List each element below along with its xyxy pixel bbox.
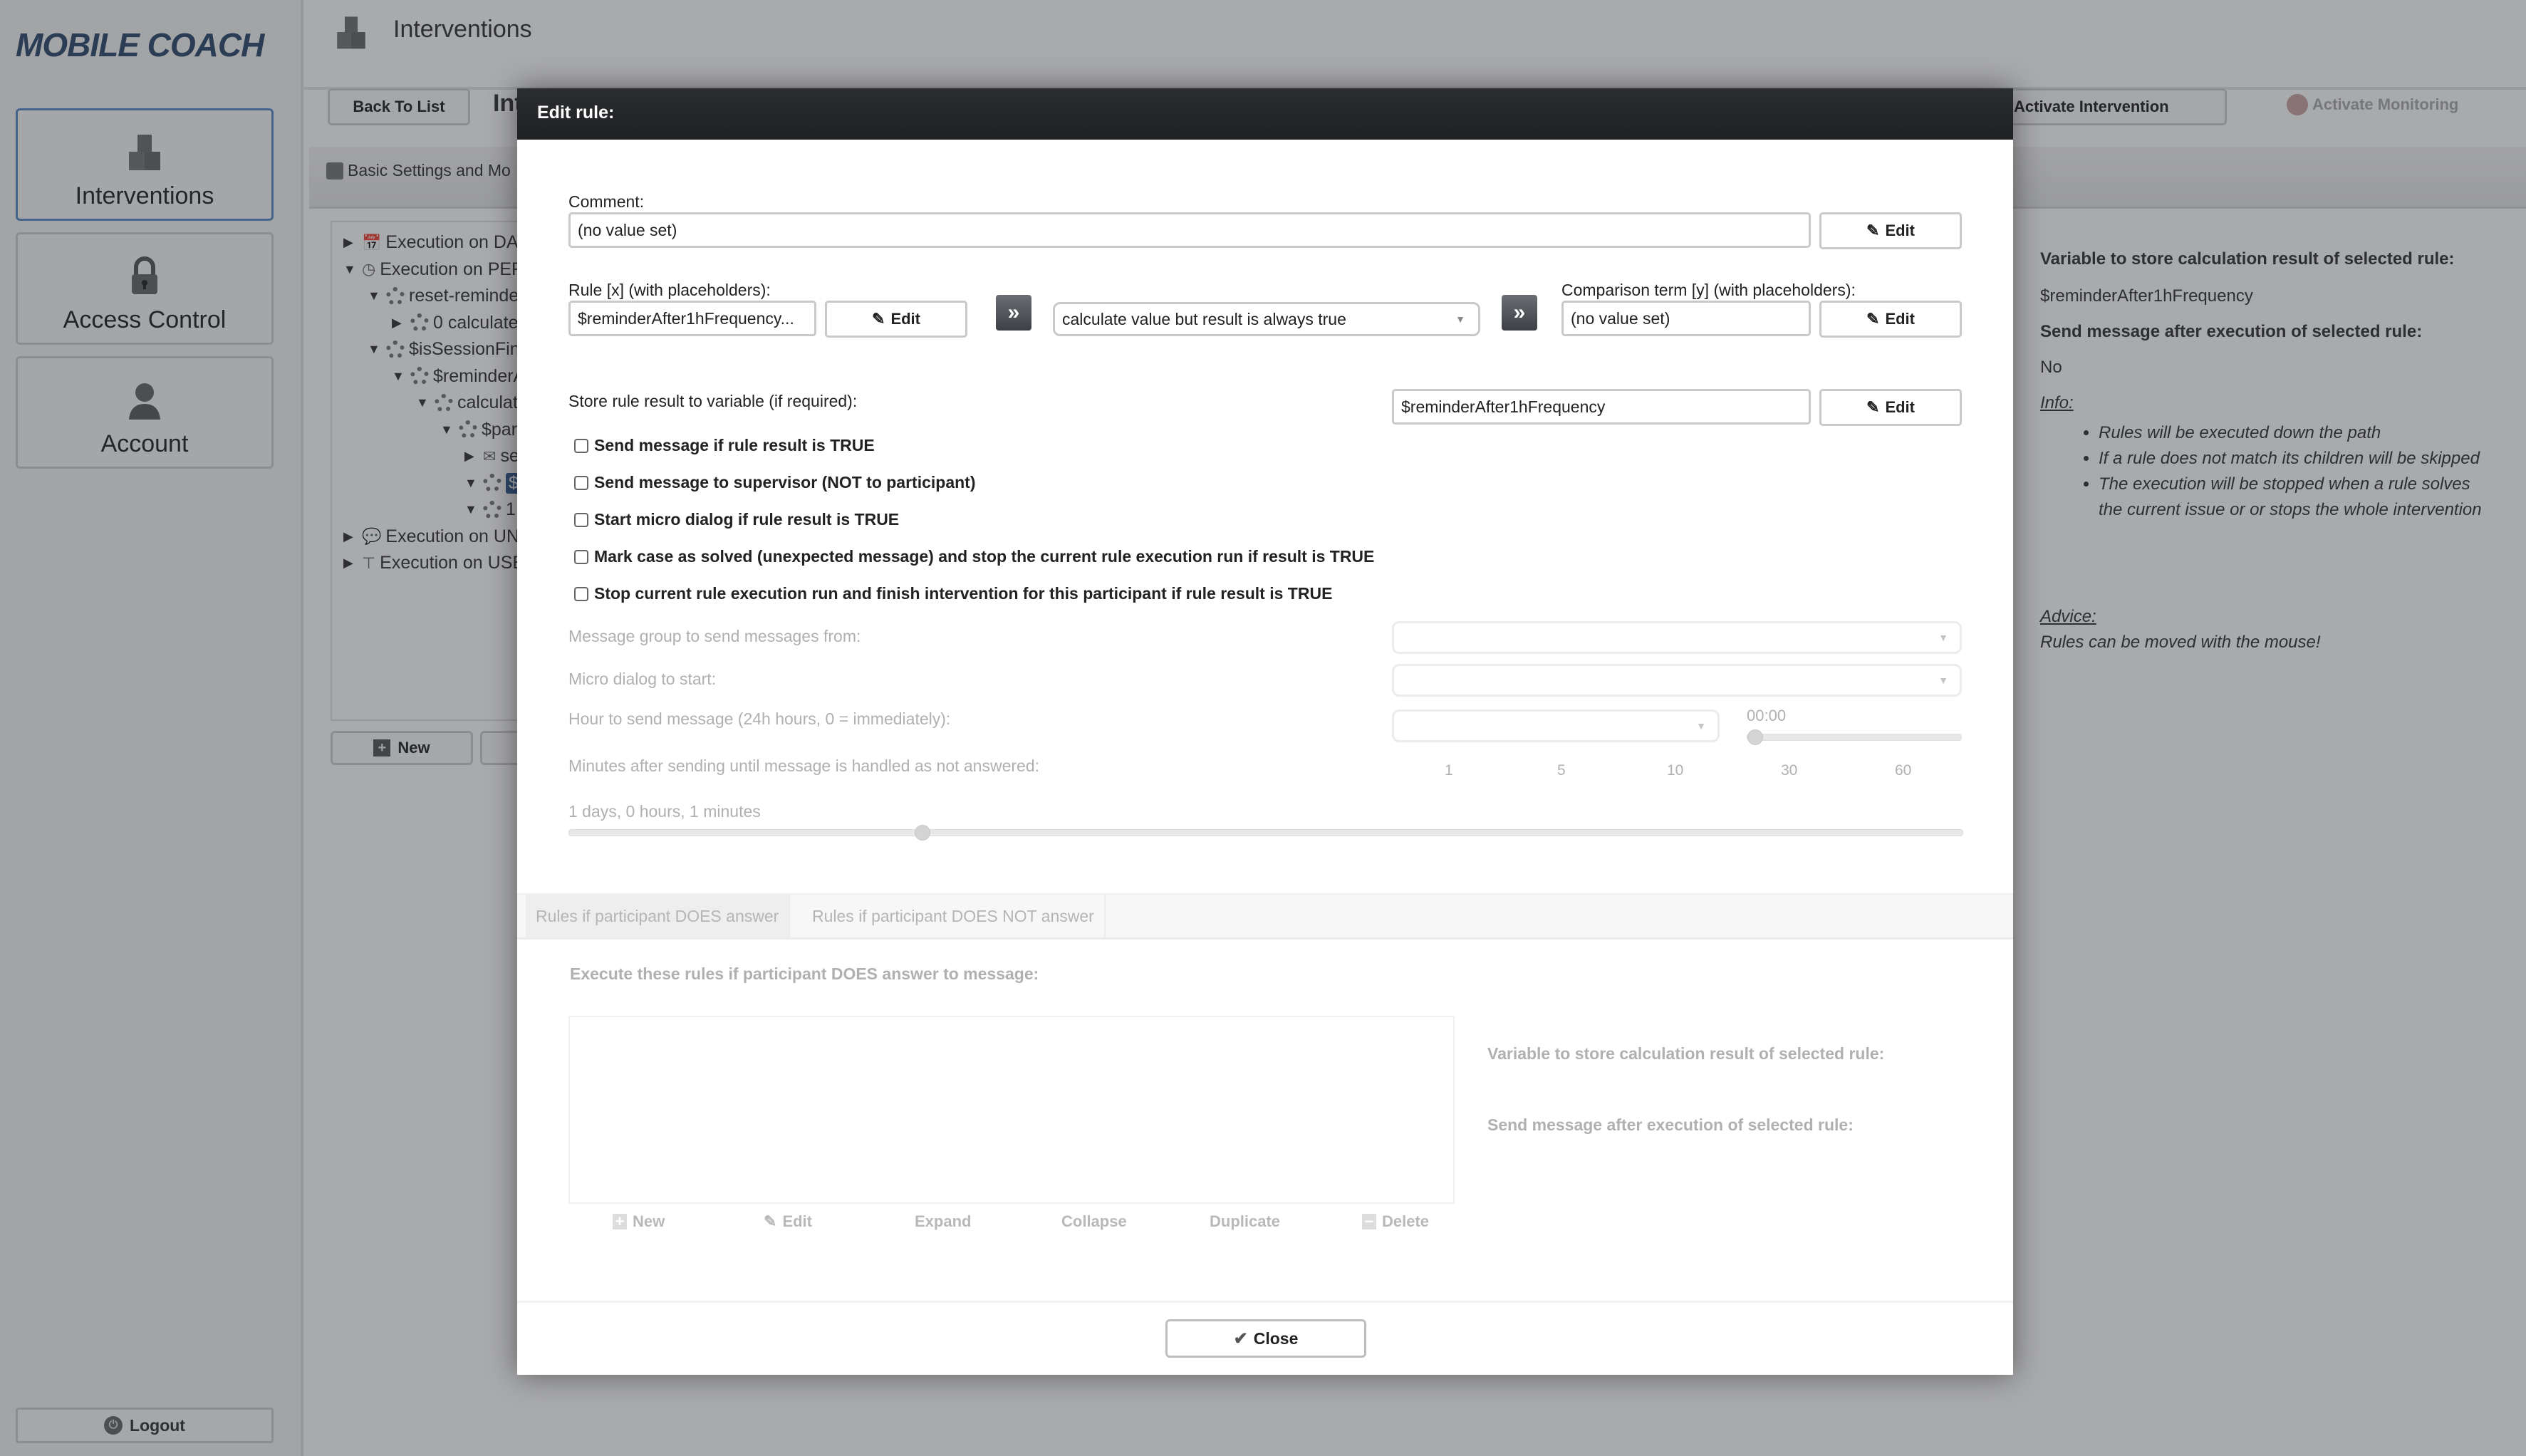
comparison-field[interactable]: (no value set) [1561, 301, 1811, 336]
comparison-edit-button[interactable]: ✎ Edit [1819, 301, 1962, 338]
duration-text: 1 days, 0 hours, 1 minutes [568, 802, 761, 821]
tab-does-not-answer[interactable]: Rules if participant DOES NOT answer [802, 895, 1106, 937]
checkbox-send-supervisor[interactable]: Send message to supervisor (NOT to parti… [574, 473, 976, 492]
dialog-title: Edit rule: [537, 103, 615, 123]
edit-label: Edit [1885, 398, 1915, 416]
chevron-down-icon: ▼ [1696, 720, 1706, 732]
hour-select[interactable]: ▼ [1392, 709, 1720, 742]
hour-slider-thumb[interactable] [1747, 729, 1763, 745]
sub-edit-button[interactable]: ✎ Edit [764, 1212, 812, 1231]
checkbox-start-micro-dialog[interactable]: Start micro dialog if rule result is TRU… [574, 510, 899, 529]
checkbox-label: Mark case as solved (unexpected message)… [594, 547, 1375, 566]
sub-delete-button[interactable]: − Delete [1362, 1212, 1429, 1231]
pencil-icon: ✎ [872, 310, 885, 328]
operator-select[interactable]: calculate value but result is always tru… [1053, 302, 1480, 336]
plus-icon: + [613, 1212, 627, 1230]
checkbox-label: Start micro dialog if rule result is TRU… [594, 510, 900, 529]
checkbox[interactable] [574, 512, 588, 527]
chevron-down-icon: ▼ [1938, 632, 1948, 643]
minutes-preset-1[interactable]: 1 [1445, 762, 1453, 779]
sub-new-button[interactable]: + New [613, 1212, 665, 1231]
checkbox[interactable] [574, 586, 588, 601]
chevron-down-icon: ▼ [1455, 313, 1465, 325]
tab-does-answer[interactable]: Rules if participant DOES answer [526, 895, 791, 937]
sub-send-label: Send message after execution of selected… [1487, 1116, 1854, 1134]
sub-rules-tree[interactable] [568, 1016, 1455, 1204]
store-variable-field[interactable]: $reminderAfter1hFrequency [1392, 389, 1811, 425]
dialog-header: Edit rule: [517, 88, 2013, 140]
comment-label: Comment: [568, 192, 645, 211]
edit-rule-dialog: Edit rule: Comment: (no value set) ✎ Edit… [517, 88, 2013, 1375]
minutes-preset-10[interactable]: 10 [1667, 762, 1683, 779]
minutes-preset-60[interactable]: 60 [1895, 762, 1911, 779]
double-chevron-right-icon: » [996, 295, 1031, 331]
checkbox[interactable] [574, 549, 588, 564]
store-edit-button[interactable]: ✎ Edit [1819, 389, 1962, 426]
rule-label: Rule [x] (with placeholders): [568, 281, 771, 299]
checkmark-icon: ✔ [1233, 1328, 1248, 1348]
dialog-footer-divider [517, 1301, 2013, 1303]
pencil-icon: ✎ [1866, 222, 1880, 239]
answer-tabs: Rules if participant DOES answer Rules i… [517, 893, 2013, 940]
edit-label: Edit [890, 310, 920, 328]
checkbox-stop-intervention[interactable]: Stop current rule execution run and fini… [574, 584, 1332, 603]
new-label: New [633, 1212, 665, 1230]
sub-collapse-button[interactable]: Collapse [1061, 1212, 1127, 1231]
checkbox-label: Stop current rule execution run and fini… [594, 584, 1333, 603]
rule-field[interactable]: $reminderAfter1hFrequency... [568, 301, 816, 336]
chevron-down-icon: ▼ [1938, 675, 1948, 686]
checkbox[interactable] [574, 438, 588, 453]
close-button[interactable]: ✔ Close [1165, 1319, 1366, 1358]
store-label: Store rule result to variable (if requir… [568, 392, 858, 410]
pencil-icon: ✎ [1866, 398, 1880, 416]
hour-slider[interactable] [1747, 729, 1962, 745]
comparison-label: Comparison term [y] (with placeholders): [1561, 281, 1856, 299]
operator-value: calculate value but result is always tru… [1062, 309, 1346, 328]
double-chevron-right-icon: » [1502, 295, 1537, 331]
comment-field[interactable]: (no value set) [568, 212, 1811, 248]
rule-edit-button[interactable]: ✎ Edit [825, 301, 967, 338]
sub-expand-button[interactable]: Expand [915, 1212, 971, 1231]
message-group-label: Message group to send messages from: [568, 627, 861, 645]
checkbox-mark-solved[interactable]: Mark case as solved (unexpected message)… [574, 547, 1374, 566]
edit-label: Edit [782, 1212, 812, 1230]
hour-slider-value: 00:00 [1747, 707, 1787, 724]
duration-slider[interactable] [568, 825, 1963, 841]
minutes-preset-5[interactable]: 5 [1557, 762, 1566, 779]
duration-slider-thumb[interactable] [914, 825, 930, 841]
message-group-select[interactable]: ▼ [1392, 621, 1962, 654]
sub-duplicate-button[interactable]: Duplicate [1210, 1212, 1280, 1231]
edit-label: Edit [1885, 222, 1915, 239]
micro-dialog-select[interactable]: ▼ [1392, 664, 1962, 697]
pencil-icon: ✎ [764, 1212, 777, 1230]
sub-var-label: Variable to store calculation result of … [1487, 1044, 1885, 1063]
checkbox-label: Send message to supervisor (NOT to parti… [594, 473, 976, 492]
minutes-preset-30[interactable]: 30 [1781, 762, 1797, 779]
checkbox[interactable] [574, 475, 588, 490]
close-label: Close [1253, 1328, 1299, 1348]
comment-edit-button[interactable]: ✎ Edit [1819, 212, 1962, 249]
micro-dialog-label: Micro dialog to start: [568, 670, 717, 688]
pencil-icon: ✎ [1866, 310, 1880, 328]
delete-label: Delete [1382, 1212, 1430, 1230]
minus-icon: − [1362, 1212, 1376, 1230]
checkbox-send-message[interactable]: Send message if rule result is TRUE [574, 436, 875, 455]
hour-label: Hour to send message (24h hours, 0 = imm… [568, 709, 951, 728]
minutes-label: Minutes after sending until message is h… [568, 756, 1040, 775]
execute-label: Execute these rules if participant DOES … [570, 964, 1039, 983]
edit-label: Edit [1885, 310, 1915, 328]
checkbox-label: Send message if rule result is TRUE [594, 436, 875, 454]
